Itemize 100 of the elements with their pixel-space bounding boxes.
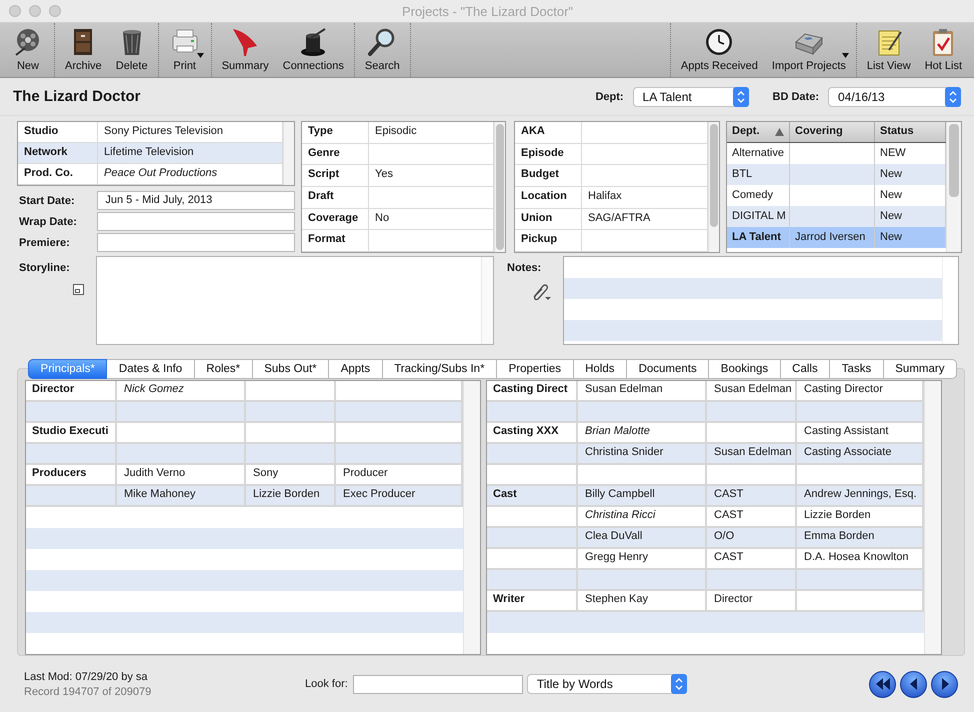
- close-button[interactable]: [9, 5, 21, 17]
- table-cell: Producers: [26, 465, 117, 484]
- field-label: AKA: [515, 122, 582, 143]
- table-cell: Casting XXX: [487, 423, 578, 442]
- department-row[interactable]: DIGITAL M New: [727, 206, 946, 227]
- tab[interactable]: Holds: [574, 359, 628, 379]
- tab[interactable]: Appts: [329, 359, 383, 379]
- field-label: Storyline:: [18, 262, 70, 274]
- tab[interactable]: Calls: [780, 359, 830, 379]
- zoom-button[interactable]: [49, 5, 61, 17]
- table-cell: Sony: [246, 465, 336, 484]
- table-cell: Clea DuVall: [578, 528, 707, 547]
- date-select[interactable]: 04/16/13: [828, 86, 961, 106]
- toolbar-button[interactable]: Print: [162, 23, 208, 77]
- expand-icon[interactable]: [73, 284, 84, 295]
- table-cell: Nick Gomez: [117, 381, 246, 400]
- table-cell: Lizzie Borden: [246, 486, 336, 505]
- scrollbar-thumb[interactable]: [710, 124, 718, 228]
- department-row[interactable]: LA Talent Jarrod Iversen New: [727, 227, 946, 248]
- search-field[interactable]: [352, 674, 523, 694]
- previous-button[interactable]: [900, 670, 927, 698]
- toolbar-button[interactable]: Hot List: [918, 23, 969, 77]
- scrollbar-track[interactable]: [463, 381, 480, 654]
- date-field[interactable]: [97, 233, 295, 252]
- field-label: Notes:: [507, 262, 542, 274]
- field-label: Look for:: [305, 678, 348, 690]
- field-label: Type: [302, 122, 369, 143]
- toolbar-button[interactable]: Delete: [108, 23, 155, 77]
- table-cell: Director: [26, 381, 117, 400]
- rewind-icon: [876, 678, 890, 690]
- field-label: Budget: [515, 165, 582, 186]
- project-title: The Lizard Doctor: [13, 88, 142, 105]
- toolbar-button[interactable]: Appts Received: [674, 23, 765, 77]
- toolbar-button[interactable]: Search: [358, 23, 407, 77]
- toolbar-button[interactable]: Archive: [58, 23, 109, 77]
- field-label: Union: [515, 208, 582, 230]
- toolbar-button[interactable]: Summary: [214, 23, 276, 77]
- table-cell: Studio Executi: [26, 423, 117, 442]
- table-cell: Susan Edelman: [707, 444, 797, 463]
- toolbar-button[interactable]: Import Projects: [764, 23, 853, 77]
- table-cell: Cast: [487, 486, 578, 505]
- field-label: Wrap Date:: [18, 216, 78, 228]
- first-record-button[interactable]: [869, 670, 896, 698]
- date-field[interactable]: [97, 212, 295, 231]
- notes-field[interactable]: [563, 256, 959, 345]
- tab[interactable]: Roles*: [194, 359, 253, 379]
- scrollbar-thumb[interactable]: [496, 124, 504, 250]
- toolbar-button[interactable]: List View: [860, 23, 918, 77]
- toolbar-button[interactable]: New: [5, 23, 51, 77]
- department-row[interactable]: BTL New: [727, 164, 946, 185]
- table-cell: BTL: [727, 164, 790, 185]
- scrollbar-track[interactable]: [283, 122, 294, 185]
- table-cell: Mike Mahoney: [117, 486, 246, 505]
- tab[interactable]: Documents: [627, 359, 710, 379]
- table-cell: Susan Edelman: [578, 381, 707, 400]
- field-label: Script: [302, 165, 369, 186]
- field-label: BD Date:: [772, 90, 819, 102]
- table-cell: Gregg Henry: [578, 549, 707, 568]
- tab[interactable]: Dates & Info: [107, 359, 195, 379]
- tab[interactable]: Tracking/Subs In*: [382, 359, 498, 379]
- field-label: Coverage: [302, 208, 369, 230]
- table-cell: Brian Malotte: [578, 423, 707, 442]
- field-label: Genre: [302, 144, 369, 164]
- table-cell: Stephen Kay: [578, 591, 707, 610]
- column-header[interactable]: Dept.: [727, 122, 790, 142]
- toolbar-button[interactable]: Connections: [276, 23, 351, 77]
- date-field[interactable]: Jun 5 - Mid July, 2013: [97, 191, 295, 210]
- table-cell: CAST: [707, 486, 797, 505]
- field-label: Pickup: [515, 230, 582, 252]
- table-cell: Jarrod Iversen: [790, 227, 875, 248]
- tab[interactable]: Properties: [497, 359, 574, 379]
- minimize-button[interactable]: [29, 5, 41, 17]
- search-by-select[interactable]: Title by Words: [526, 674, 687, 694]
- caret-icon: [196, 53, 204, 58]
- table-cell: Casting Direct: [487, 381, 578, 400]
- stepper-icon: [732, 86, 749, 106]
- table-cell: Christina Snider: [578, 444, 707, 463]
- paperclip-icon[interactable]: [531, 283, 551, 301]
- storyline-field[interactable]: [96, 256, 494, 345]
- tab[interactable]: Tasks: [830, 359, 884, 379]
- field-label: Dept:: [595, 90, 624, 102]
- table-cell: Susan Edelman: [707, 381, 797, 400]
- column-header[interactable]: Covering: [790, 122, 875, 142]
- field-label: Location: [515, 187, 582, 208]
- table-cell: LA Talent: [727, 227, 790, 248]
- scrollbar-thumb[interactable]: [949, 124, 959, 198]
- table-cell: Director: [707, 591, 797, 610]
- table-cell: Christina Ricci: [578, 507, 707, 526]
- table-cell: O/O: [707, 528, 797, 547]
- next-button[interactable]: [931, 670, 958, 698]
- tab[interactable]: Subs Out*: [252, 359, 330, 379]
- field-label: Draft: [302, 187, 369, 208]
- field-label: Episode: [515, 144, 582, 164]
- table-cell: Writer: [487, 591, 578, 610]
- caret-icon: [842, 53, 849, 58]
- field-label: Prod. Co.: [18, 164, 98, 184]
- scrollbar-track[interactable]: [924, 381, 941, 654]
- tab[interactable]: Summary: [884, 359, 957, 379]
- tab[interactable]: Bookings: [709, 359, 781, 379]
- dept-select[interactable]: LA Talent: [632, 86, 749, 106]
